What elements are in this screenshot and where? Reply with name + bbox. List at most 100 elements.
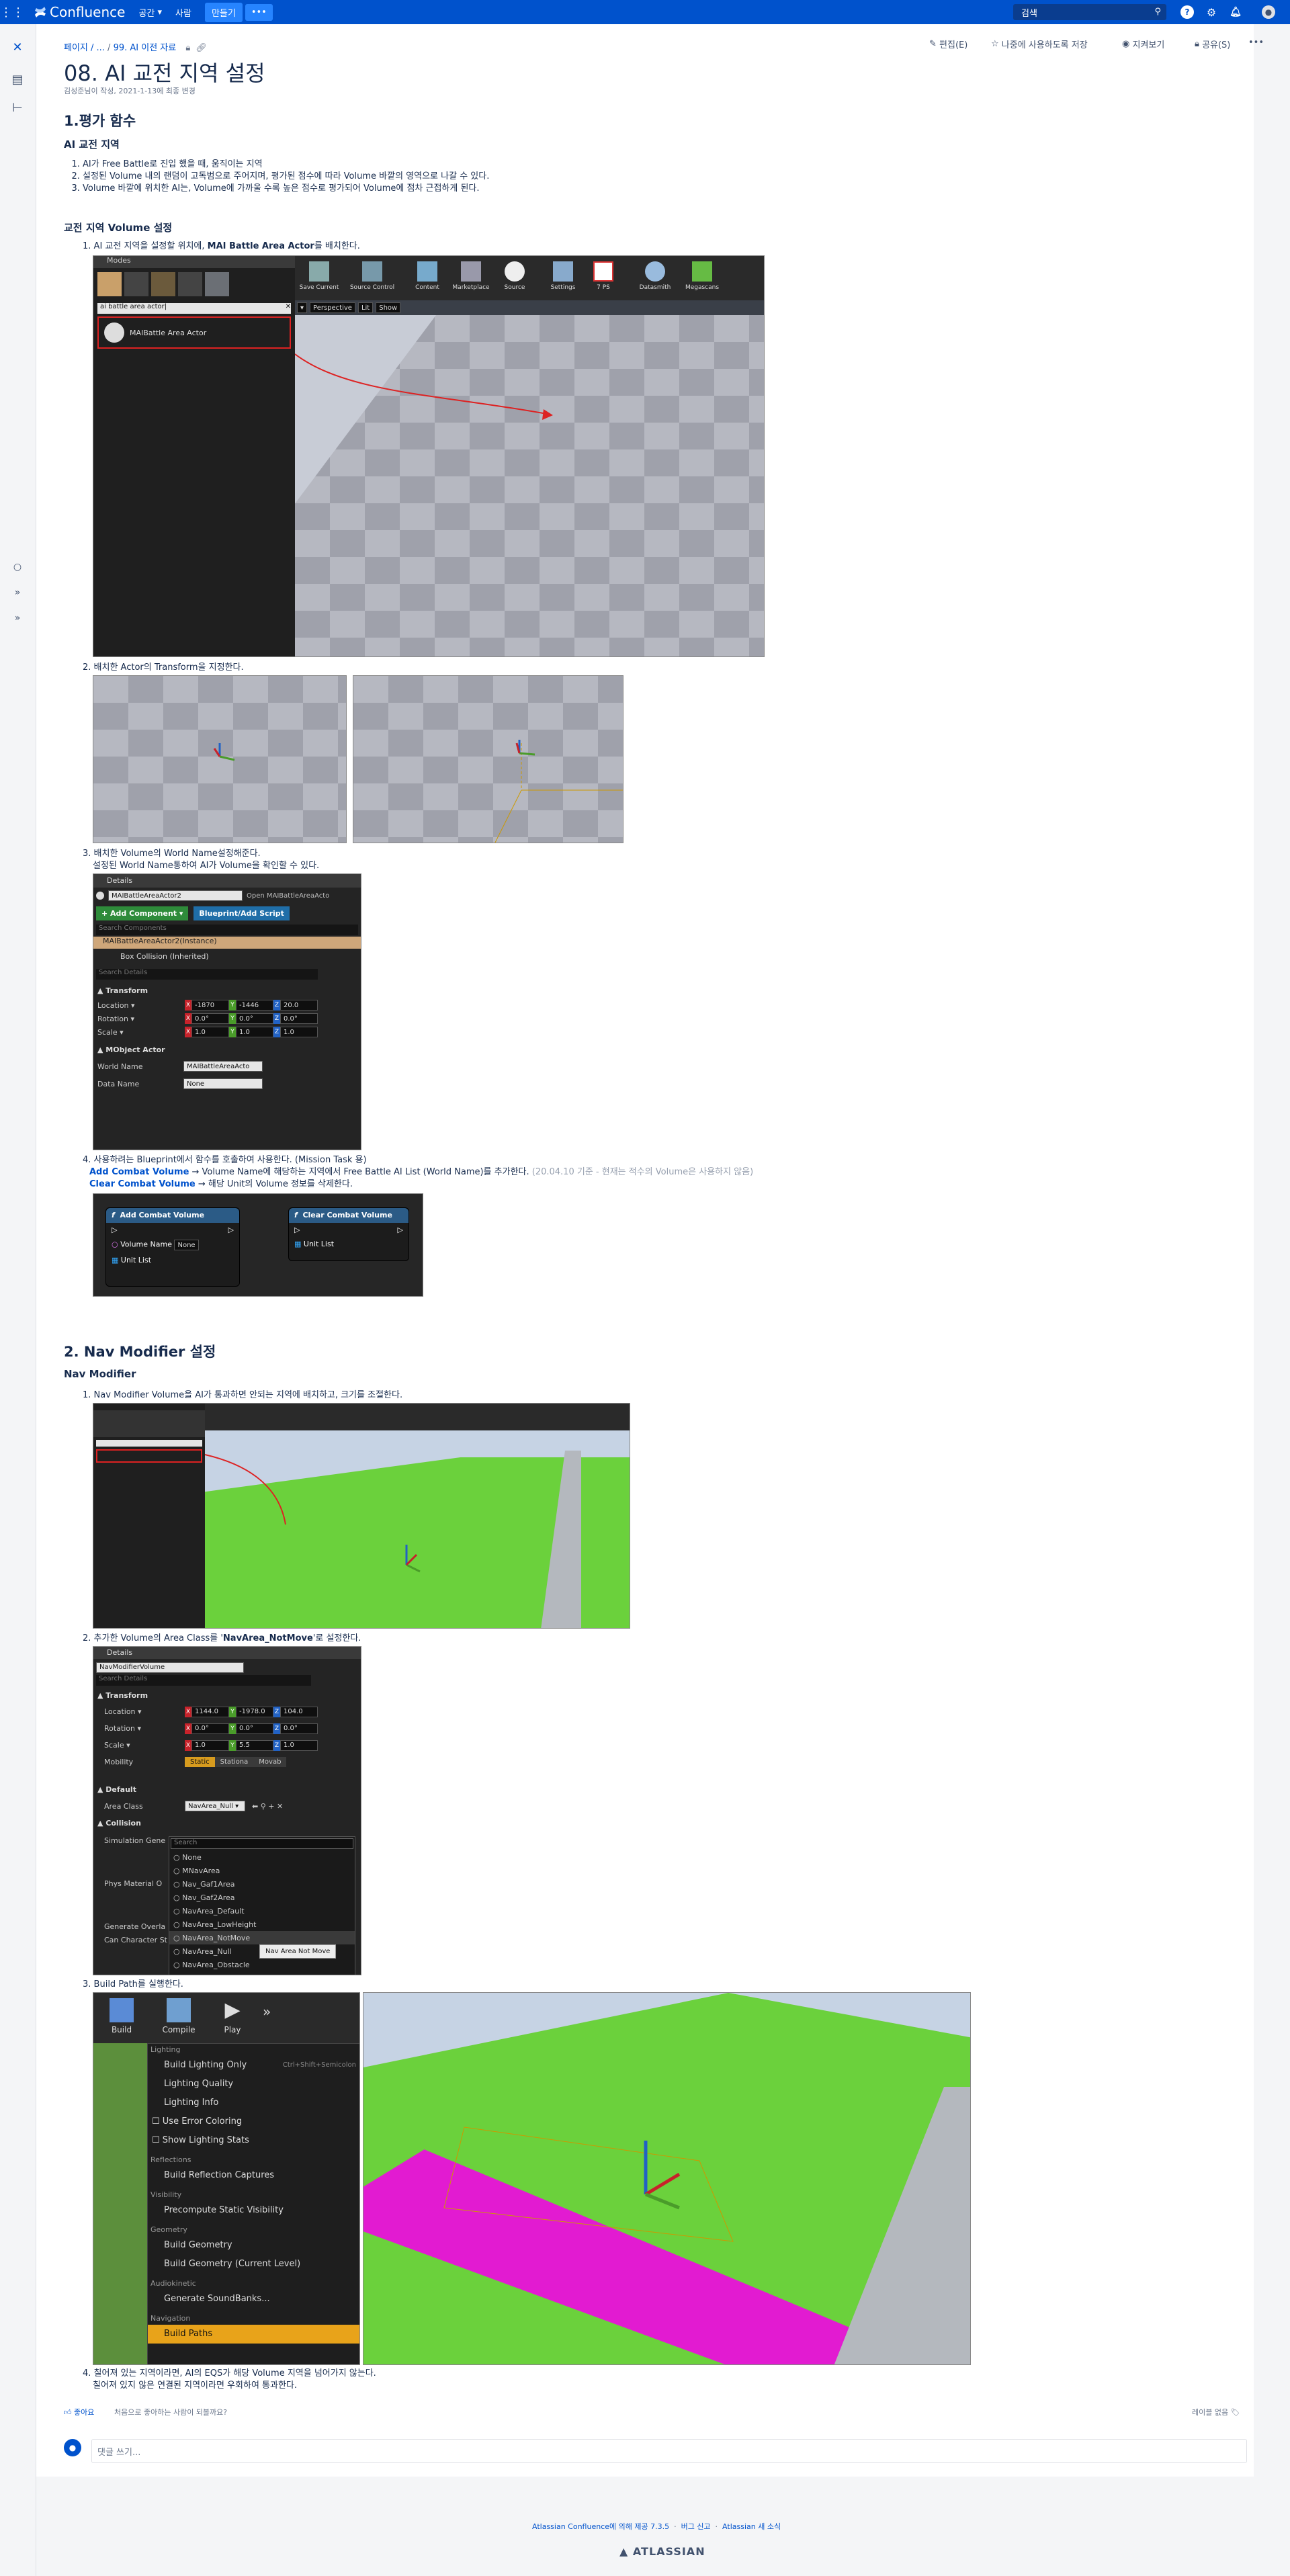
app-switcher-icon[interactable]: ⋮⋮ — [0, 0, 24, 24]
page-tree-icon[interactable]: ⊢ — [9, 99, 26, 116]
actor-name-input[interactable]: MAIBattleAreaActor2 — [108, 890, 243, 901]
scale-x[interactable]: 1.0 — [191, 1740, 229, 1751]
location-x[interactable]: -1870 — [191, 1000, 229, 1011]
space-logo-icon[interactable]: ✕ — [9, 39, 26, 55]
like-button[interactable]: 👍︎ 좋아요 — [64, 2407, 94, 2417]
user-avatar[interactable]: ● — [1262, 5, 1275, 19]
details-tab[interactable]: Details — [93, 1647, 361, 1659]
megascans-button[interactable]: Megascans — [682, 259, 722, 298]
more-actions-button[interactable]: ••• — [1248, 38, 1264, 48]
play-button[interactable]: ▶ Play — [216, 1998, 249, 2038]
location-y[interactable]: -1978.0 — [236, 1706, 273, 1717]
save-for-later-button[interactable]: ☆ 나중에 사용하도록 저장 — [991, 38, 1088, 50]
search-result-item[interactable] — [96, 1449, 202, 1463]
create-button[interactable]: 만들기 — [204, 2, 243, 22]
modes-tab[interactable]: Modes — [93, 256, 295, 268]
nav-spaces[interactable]: 공간 ▾ — [138, 6, 162, 19]
menu-generate-soundbanks[interactable]: Generate SoundBanks... — [148, 2290, 359, 2309]
rotation-x[interactable]: 0.0° — [191, 1013, 229, 1024]
pages-icon[interactable]: ▤ — [9, 71, 26, 87]
help-icon[interactable]: ? — [1180, 5, 1194, 19]
location-z[interactable]: 20.0 — [280, 1000, 318, 1011]
volume-name-pin[interactable]: ○ Volume Name None — [106, 1237, 239, 1253]
scale-z[interactable]: 1.0 — [280, 1027, 318, 1037]
menu-build-geometry[interactable]: Build Geometry — [148, 2236, 359, 2255]
viewport[interactable] — [205, 1430, 630, 1628]
scale-y[interactable]: 1.0 — [236, 1027, 273, 1037]
dropdown-option[interactable]: ○ MNavArea — [169, 1864, 355, 1877]
dropdown-option[interactable]: ○ Nav_Gaf1Area — [169, 1877, 355, 1891]
details-tab[interactable]: Details — [93, 874, 361, 888]
compile-button[interactable]: Compile — [155, 1998, 202, 2038]
build-button[interactable]: Build — [101, 1998, 142, 2038]
restrictions-icon[interactable]: 🔒︎ — [185, 43, 190, 53]
location-z[interactable]: 104.0 — [280, 1706, 318, 1717]
ps-button[interactable]: 7 PS — [587, 259, 620, 298]
menu-lighting-info[interactable]: Lighting Info — [148, 2094, 359, 2112]
confluence-logo[interactable]: Confluence — [34, 4, 125, 20]
menu-build-paths[interactable]: Build Paths — [148, 2325, 359, 2344]
menu-precompute-visibility[interactable]: Precompute Static Visibility — [148, 2201, 359, 2220]
rotation-x[interactable]: 0.0° — [191, 1723, 229, 1734]
scale-z[interactable]: 1.0 — [280, 1740, 318, 1751]
geometry-mode-icon[interactable] — [205, 272, 229, 296]
expand-icon[interactable]: » — [9, 585, 26, 601]
search-details-input[interactable]: Search Details — [96, 969, 318, 980]
rotation-z[interactable]: 0.0° — [280, 1723, 318, 1734]
box-collision-row[interactable]: Box Collision (Inherited) — [93, 949, 361, 965]
foliage-mode-icon[interactable] — [178, 272, 202, 296]
unit-list-pin[interactable]: ▦ Unit List — [289, 1237, 408, 1251]
paint-mode-icon[interactable] — [124, 272, 148, 296]
scale-y[interactable]: 5.5 — [236, 1740, 273, 1751]
search-components-input[interactable]: Search Components — [96, 925, 358, 935]
footer-report-link[interactable]: 버그 신고 — [681, 2522, 711, 2531]
create-more-button[interactable]: ••• — [245, 3, 273, 21]
mobility-static[interactable]: Static — [185, 1757, 215, 1767]
modes-search-input[interactable] — [96, 1440, 202, 1447]
source-button[interactable]: Source — [498, 259, 531, 298]
dropdown-option[interactable]: ○ NavArea_LowHeight — [169, 1918, 355, 1931]
settings-icon[interactable]: ⚙ — [1205, 5, 1218, 19]
source-control-button[interactable]: Source Control — [347, 259, 397, 298]
marketplace-button[interactable]: Marketplace — [451, 259, 491, 298]
area-class-tools-icons[interactable]: ⬅ ⚲ + ✕ — [252, 1802, 283, 1811]
menu-use-error-coloring[interactable]: ☐ Use Error Coloring — [148, 2112, 359, 2131]
edit-button[interactable]: ✎ 편집(E) — [929, 38, 968, 50]
menu-lighting-quality[interactable]: Lighting Quality — [148, 2075, 359, 2094]
footer-news-link[interactable]: Atlassian 새 소식 — [722, 2522, 781, 2531]
mobility-movable[interactable]: Movab — [253, 1757, 287, 1767]
search-input[interactable]: 검색 ⚲ — [1013, 4, 1166, 20]
atlassian-logo[interactable]: ▲ ATLASSIAN — [619, 2545, 705, 2558]
save-current-button[interactable]: Save Current — [298, 259, 341, 298]
menu-build-geometry-current[interactable]: Build Geometry (Current Level) — [148, 2255, 359, 2274]
notifications-icon[interactable]: 🔔︎ — [1229, 5, 1242, 19]
search-details-input[interactable]: Search Details — [96, 1675, 311, 1686]
scale-x[interactable]: 1.0 — [191, 1027, 229, 1037]
rotation-y[interactable]: 0.0° — [236, 1723, 273, 1734]
footer-powered-link[interactable]: Atlassian Confluence에 의해 제공 7.3.5 — [532, 2522, 669, 2531]
menu-build-lighting-only[interactable]: Build Lighting Only Ctrl+Shift+Semicolon — [148, 2056, 359, 2075]
link-icon[interactable]: 🔗︎ — [196, 43, 207, 53]
area-class-select[interactable]: NavArea_Null ▾ — [185, 1801, 245, 1811]
search-result-item[interactable]: MAIBattle Area Actor — [97, 316, 291, 349]
add-combat-volume-node[interactable]: f Add Combat Volume ▷ ▷ ○ Volume Name Non… — [105, 1207, 240, 1287]
location-y[interactable]: -1446 — [236, 1000, 273, 1011]
more-chevron-icon[interactable]: » — [263, 1998, 271, 2038]
menu-show-lighting-stats[interactable]: ☐ Show Lighting Stats — [148, 2131, 359, 2150]
blueprint-add-script-button[interactable]: Blueprint/Add Script — [194, 906, 290, 920]
comment-input[interactable]: 댓글 쓰기... — [91, 2439, 1247, 2463]
world-name-input[interactable]: MAIBattleAreaActo — [183, 1061, 263, 1072]
breadcrumb-root[interactable]: 페이지 / ... — [64, 43, 105, 53]
breadcrumb-parent[interactable]: 99. AI 이전 자료 — [114, 43, 177, 53]
rotation-y[interactable]: 0.0° — [236, 1013, 273, 1024]
unit-list-pin[interactable]: ▦ Unit List — [106, 1253, 239, 1267]
clear-combat-volume-node[interactable]: f Clear Combat Volume ▷ ▷ ▦ Unit List — [288, 1207, 409, 1261]
help-circle-icon[interactable]: ○ — [9, 559, 26, 575]
datasmith-button[interactable]: Datasmith — [635, 259, 675, 298]
settings-button[interactable]: Settings — [546, 259, 580, 298]
dropdown-option[interactable]: ○ Nav_Gaf2Area — [169, 1891, 355, 1904]
viewport[interactable]: ▾ Perspective Lit Show — [295, 300, 764, 656]
share-button[interactable]: 🔒︎ 공유(S) — [1195, 38, 1230, 50]
dropdown-option-selected[interactable]: ○ NavArea_NotMove — [169, 1931, 355, 1944]
nav-people[interactable]: 사람 — [175, 6, 191, 19]
